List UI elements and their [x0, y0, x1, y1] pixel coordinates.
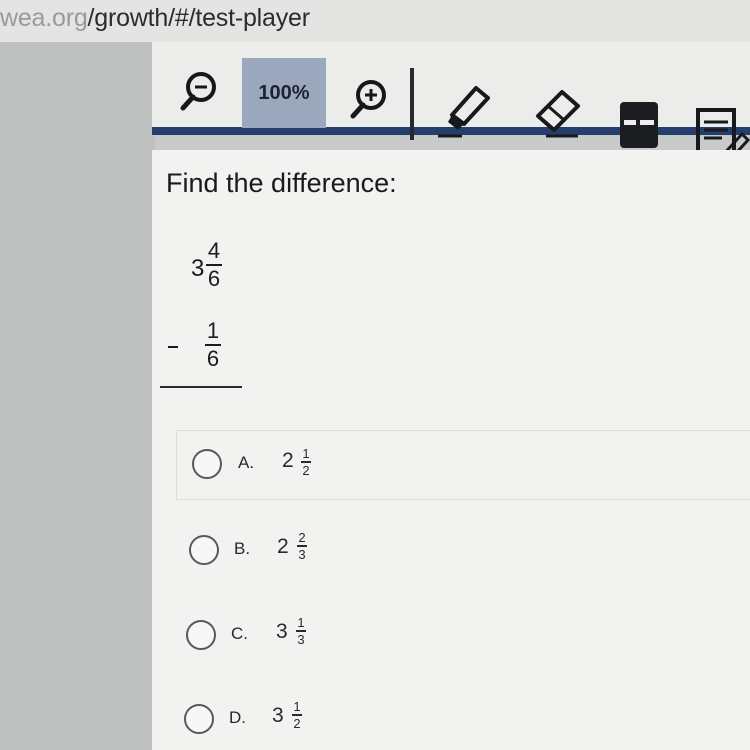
subtrahend-numerator: 1 — [206, 318, 220, 343]
browser-url-bar[interactable]: wea.org/growth/#/test-player — [0, 0, 750, 42]
toolbar-separator — [410, 68, 414, 140]
minuend-whole: 3 — [191, 255, 205, 282]
sum-line — [160, 386, 242, 388]
zoom-out-icon — [180, 72, 216, 111]
option-numerator: 2 — [298, 530, 306, 545]
subtrahend-denominator: 6 — [206, 346, 220, 371]
option-letter: C. — [231, 624, 248, 643]
option-a[interactable]: A. 2 1 2 — [192, 447, 392, 487]
radio-button[interactable] — [184, 704, 214, 734]
option-fraction: 1 2 — [301, 447, 311, 477]
option-letter: B. — [234, 539, 251, 558]
option-numerator: 1 — [302, 446, 310, 461]
option-c[interactable]: C. 3 1 3 — [186, 616, 386, 656]
subtrahend-fraction: 1 6 — [205, 320, 221, 370]
option-whole: 3 — [272, 704, 284, 727]
option-denominator: 3 — [298, 546, 306, 562]
option-numerator: 1 — [293, 699, 301, 714]
side-frame — [0, 42, 155, 750]
answer-masking-button[interactable] — [616, 96, 662, 154]
radio-button[interactable] — [186, 620, 216, 650]
radio-button[interactable] — [192, 449, 222, 479]
option-b[interactable]: B. 2 2 3 — [189, 531, 389, 571]
option-denominator: 3 — [297, 631, 305, 647]
option-fraction: 1 3 — [296, 616, 306, 646]
minus-sign — [168, 346, 178, 348]
option-fraction: 2 3 — [297, 531, 307, 561]
option-letter: D. — [229, 708, 246, 727]
option-fraction: 1 2 — [292, 700, 302, 730]
zoom-in-icon — [350, 80, 386, 119]
option-whole: 2 — [282, 449, 294, 472]
zoom-level: 100% — [242, 58, 326, 128]
radio-button[interactable] — [189, 535, 219, 565]
highlighter-button[interactable] — [432, 82, 496, 140]
zoom-in-button[interactable] — [346, 76, 392, 122]
eraser-icon — [536, 90, 580, 138]
option-letter: A. — [238, 453, 255, 472]
option-whole: 3 — [276, 620, 288, 643]
option-whole: 2 — [277, 535, 289, 558]
minuend-denominator: 6 — [207, 266, 221, 291]
highlighter-icon — [438, 86, 490, 138]
zoom-out-button[interactable] — [176, 68, 222, 114]
option-denominator: 2 — [293, 715, 301, 731]
option-numerator: 1 — [297, 615, 305, 630]
eraser-button[interactable] — [526, 86, 590, 144]
answer-masking-icon — [620, 102, 658, 148]
minuend-numerator: 4 — [207, 238, 221, 263]
question-prompt: Find the difference: — [166, 168, 397, 198]
minuend-fraction: 4 6 — [206, 240, 222, 290]
url-text: wea.org/growth/#/test-player — [0, 4, 310, 32]
option-d[interactable]: D. 3 1 2 — [184, 700, 384, 740]
option-denominator: 2 — [302, 462, 310, 478]
